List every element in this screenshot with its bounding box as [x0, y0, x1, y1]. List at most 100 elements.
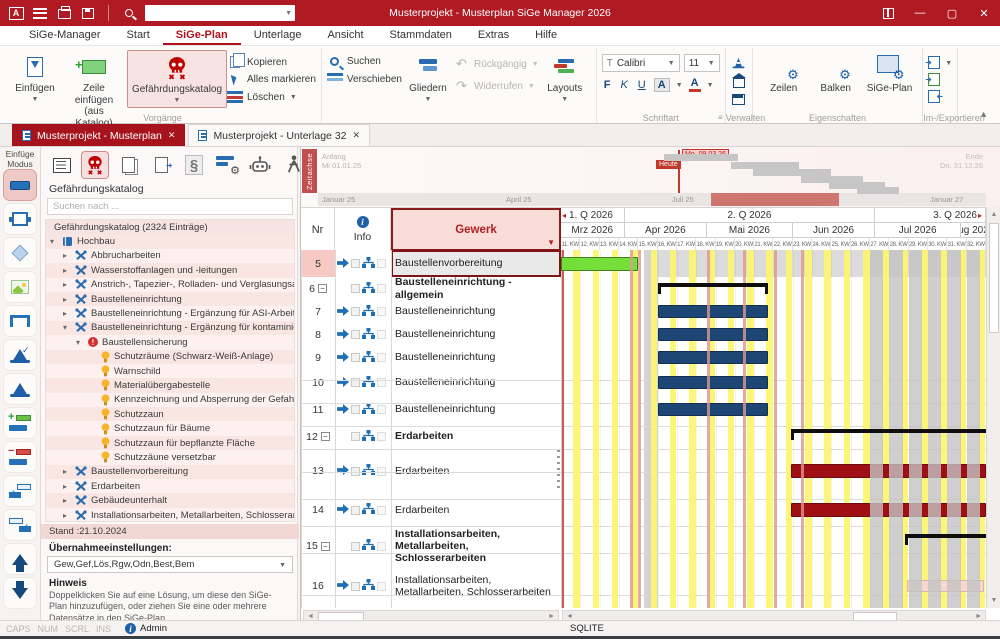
- close-button[interactable]: ✕: [968, 0, 1000, 26]
- calendar-icon[interactable]: [731, 92, 747, 106]
- insert-milestone-button[interactable]: [4, 238, 36, 268]
- hierarchy-icon[interactable]: [362, 303, 375, 321]
- insert-bracket-button[interactable]: [4, 306, 36, 336]
- row-nr[interactable]: 14: [301, 492, 335, 528]
- month-header[interactable]: Aug 2026: [961, 223, 986, 238]
- row-nr[interactable]: 11: [301, 396, 335, 423]
- column-header-nr[interactable]: Nr: [301, 208, 335, 251]
- scroll-down-icon[interactable]: ▼: [987, 594, 1000, 607]
- expander-icon[interactable]: ▸: [63, 482, 71, 491]
- widerrufen-button[interactable]: ↷ Widerrufen ▼: [454, 78, 539, 94]
- month-header[interactable]: Jun 2026: [793, 223, 876, 238]
- expander-icon[interactable]: ▾: [63, 323, 71, 332]
- row-nr[interactable]: 7: [301, 300, 335, 323]
- splitter-handle[interactable]: [557, 450, 560, 490]
- tree-item[interactable]: Kennzeichnung und Absperrung der Gefahre…: [46, 393, 294, 407]
- insert-frame-button[interactable]: [4, 204, 36, 234]
- font-size-combo[interactable]: 11 ▼: [684, 54, 720, 72]
- vertical-scrollbar[interactable]: ▲ ▼: [986, 207, 1000, 608]
- link-arrow-icon[interactable]: [337, 374, 349, 392]
- zeitachse-label[interactable]: Zeitachse: [302, 149, 317, 193]
- row-gewerk-cell[interactable]: Baustelleneinrichtung: [391, 346, 561, 369]
- move-up-button[interactable]: [4, 544, 36, 574]
- summary-bar[interactable]: [658, 283, 768, 287]
- tree-item[interactable]: Schutzzäune versetzbar: [46, 450, 294, 464]
- overview-strip[interactable]: Januar 25April 25Juli 25Januar 27: [318, 193, 986, 206]
- tree-item[interactable]: ▸Anstrich-, Tapezier-, Rolladen- und Ver…: [46, 278, 294, 292]
- tree-item[interactable]: Schutzräume (Schwarz-Weiß-Anlage): [46, 350, 294, 364]
- tree-item[interactable]: Schutzzaun: [46, 407, 294, 421]
- link-arrow-icon[interactable]: [337, 349, 349, 367]
- row-nr[interactable]: 15−: [301, 528, 335, 564]
- hierarchy-icon[interactable]: [362, 280, 375, 298]
- sige-plan-button[interactable]: ⚙ SiGe-Plan: [862, 50, 918, 98]
- row-nr[interactable]: 13: [301, 450, 335, 492]
- row-checkbox[interactable]: [351, 307, 360, 316]
- link-arrow-icon[interactable]: [337, 501, 349, 519]
- highlight-color-button[interactable]: A: [654, 78, 670, 92]
- tree-item[interactable]: ▸Gebäudeunterhalt: [46, 493, 294, 507]
- task-bar[interactable]: [561, 257, 638, 271]
- insert-cone-check-button[interactable]: ✓: [4, 340, 36, 370]
- quarter-header[interactable]: 2. Q 2026: [625, 208, 876, 223]
- balken-button[interactable]: ⚙ Balken: [810, 50, 862, 98]
- export-page-icon[interactable]: [148, 152, 174, 178]
- expander-icon[interactable]: ▸: [63, 266, 71, 275]
- hierarchy-icon[interactable]: [362, 255, 375, 273]
- tree-item[interactable]: ▾!Baustellensicherung: [46, 335, 294, 349]
- expander-icon[interactable]: ▸: [63, 295, 71, 304]
- column-header-gewerk[interactable]: Gewerk ▼: [391, 208, 561, 251]
- uebernahme-select[interactable]: Gew,Gef,Lös,Rgw,Odn,Best,Bem ▼: [47, 556, 293, 573]
- move-down-button[interactable]: [4, 578, 36, 608]
- quarter-header[interactable]: 1. Q 2026: [561, 208, 625, 223]
- layouts-button[interactable]: Layouts ▼: [539, 50, 591, 106]
- dialog-launcher-icon[interactable]: ≡: [718, 113, 723, 122]
- close-tab-icon[interactable]: ✕: [168, 130, 176, 141]
- paragraph-icon[interactable]: §: [181, 152, 207, 178]
- tree-item[interactable]: ▸Baustellenvorbereitung: [46, 465, 294, 479]
- insert-image-button[interactable]: [4, 272, 36, 302]
- scroll-left-icon[interactable]: ◄: [566, 613, 573, 620]
- scrollbar-thumb[interactable]: [989, 223, 999, 333]
- chevron-down-icon[interactable]: ▼: [285, 10, 292, 17]
- kopieren-button[interactable]: Kopieren: [227, 56, 316, 68]
- minimize-button[interactable]: —: [904, 0, 936, 26]
- timeline-scroll-left-icon[interactable]: ◂: [562, 211, 566, 220]
- sort-descending-icon[interactable]: ▼: [547, 238, 555, 247]
- task-bar[interactable]: [658, 376, 768, 389]
- robot-icon[interactable]: [247, 152, 273, 178]
- row-gewerk-cell[interactable]: Installationsarbeiten, Metallarbeiten, S…: [391, 564, 561, 608]
- row-gewerk-cell[interactable]: Baustellenvorbereitung: [391, 250, 561, 277]
- tree-item[interactable]: ▸Abbrucharbeiten: [46, 249, 294, 263]
- month-header[interactable]: Jul 2026: [875, 223, 961, 238]
- overview-visible-window[interactable]: [711, 193, 839, 206]
- expander-icon[interactable]: ▾: [76, 338, 84, 347]
- tree-item[interactable]: Warnschild: [46, 364, 294, 378]
- link-arrow-icon[interactable]: [337, 255, 349, 273]
- export-pdf-button[interactable]: [928, 73, 940, 86]
- alles-markieren-button[interactable]: Alles markieren: [227, 74, 316, 85]
- app-icon[interactable]: A: [8, 6, 24, 20]
- month-header[interactable]: Apr 2026: [625, 223, 708, 238]
- loeschen-button[interactable]: Löschen ▼: [227, 91, 316, 103]
- menu-item-extras[interactable]: Extras: [465, 26, 522, 45]
- link-arrow-icon[interactable]: [337, 303, 349, 321]
- row-checkbox[interactable]: [351, 353, 360, 362]
- row-nr[interactable]: 16: [301, 564, 335, 608]
- row-checkbox[interactable]: [351, 284, 360, 293]
- scroll-up-icon[interactable]: ▲: [987, 208, 1000, 221]
- row-gewerk-cell[interactable]: Baustelleneinrichtung: [391, 300, 561, 323]
- tree-item[interactable]: Schutzzaun für bepflanzte Fläche: [46, 436, 294, 450]
- copy-pages-icon[interactable]: [115, 152, 141, 178]
- row-checkbox[interactable]: [351, 467, 360, 476]
- close-tab-icon[interactable]: ✕: [353, 130, 361, 141]
- row-gewerk-cell[interactable]: Baustelleneinrichtung - allgemein: [391, 277, 561, 300]
- expander-icon[interactable]: ▸: [63, 280, 71, 289]
- row-nr[interactable]: 8: [301, 323, 335, 346]
- row-checkbox[interactable]: [351, 259, 360, 268]
- tree-item[interactable]: ▸Baustelleneinrichtung - Ergänzung für A…: [46, 306, 294, 320]
- quick-list-icon[interactable]: [32, 6, 48, 20]
- row-nr[interactable]: 6−: [301, 277, 335, 300]
- row-checkbox[interactable]: [351, 432, 360, 441]
- hierarchy-icon[interactable]: [362, 501, 375, 519]
